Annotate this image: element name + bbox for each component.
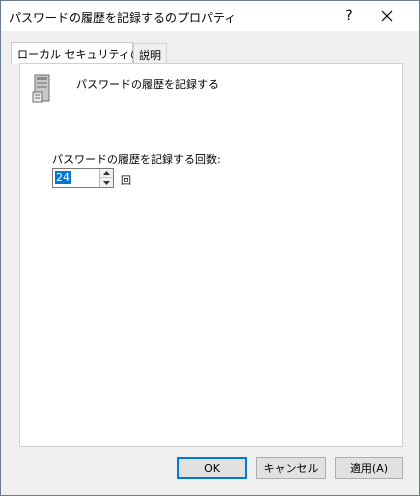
policy-title: パスワードの履歴を記録する [76,78,219,91]
cancel-button[interactable]: キャンセル [256,457,326,479]
history-count-input[interactable]: 24 [55,171,99,185]
history-count-value: 24 [55,171,71,184]
apply-button[interactable]: 適用(A) [335,457,403,479]
up-arrow-icon [103,171,110,175]
help-button[interactable]: ? [329,1,369,31]
tab-panel: パスワードの履歴を記録する パスワードの履歴を記録する回数: 24 回 [19,63,403,447]
server-policy-icon [32,74,50,103]
ok-button[interactable]: OK [177,457,247,479]
down-arrow-icon [103,180,110,185]
close-icon [381,10,393,22]
properties-dialog: パスワードの履歴を記録するのプロパティ ? ローカル セキュリティの設定 説明 … [0,0,420,496]
dialog-title: パスワードの履歴を記録するのプロパティ [9,11,237,25]
spin-up-button[interactable] [100,169,113,178]
spin-down-button[interactable] [100,178,113,187]
spinner-buttons [99,169,113,187]
history-count-label: パスワードの履歴を記録する回数: [52,153,221,166]
title-bar: パスワードの履歴を記録するのプロパティ ? [1,1,419,31]
history-count-spinner[interactable]: 24 [52,168,114,188]
close-button[interactable] [367,1,407,31]
count-unit-label: 回 [121,176,131,187]
tab-explain[interactable]: 説明 [133,43,167,63]
tab-local-security-setting[interactable]: ローカル セキュリティの設定 [11,42,163,64]
